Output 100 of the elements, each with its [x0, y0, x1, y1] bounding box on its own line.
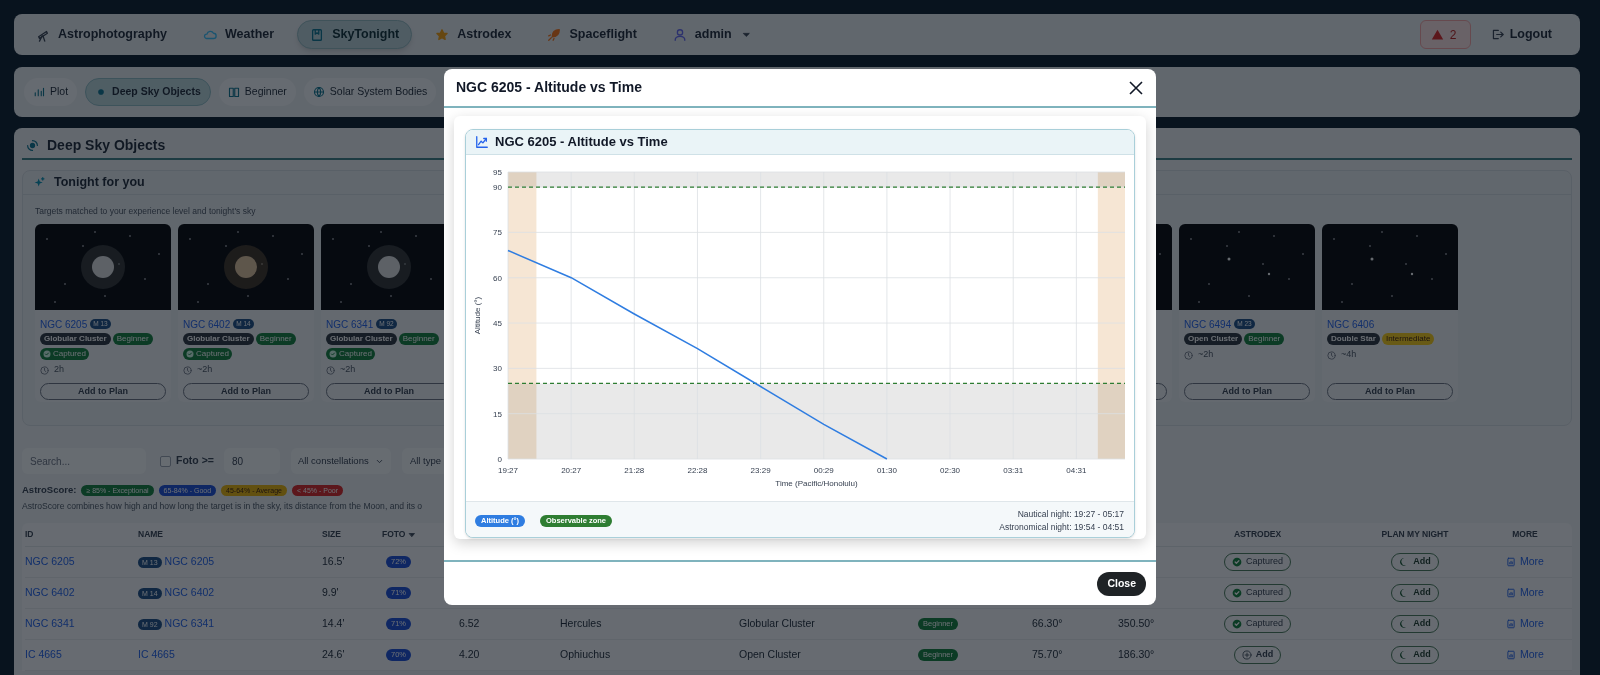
bar-chart-icon	[33, 86, 45, 98]
nav-item[interactable]: Spaceflight	[534, 20, 650, 49]
check-icon	[43, 350, 51, 358]
clock-icon	[40, 365, 49, 375]
nav-item[interactable]: Weather	[190, 20, 288, 49]
target-link[interactable]: NGC 6494	[1184, 316, 1232, 332]
alert-button[interactable]: 2	[1419, 20, 1471, 49]
more-link[interactable]: More	[1506, 616, 1544, 632]
table-cell: 186.30°	[1118, 647, 1155, 663]
table-link[interactable]: NGC 6341	[164, 616, 215, 632]
clock-icon	[326, 365, 335, 375]
axis-tick-label: 90	[493, 183, 502, 193]
tab[interactable]: Beginner	[218, 78, 296, 106]
tab[interactable]: Solar System Bodies	[303, 78, 437, 106]
table-cell: 16.5'	[322, 554, 345, 570]
table-cell: Hercules	[560, 616, 602, 632]
plus-circle-icon	[1241, 650, 1252, 660]
table-cell: Globular Cluster	[739, 616, 815, 632]
duration: ~2h	[197, 363, 213, 377]
axis-tick-label: 00:29	[813, 466, 834, 475]
axis-tick-label: 03:31	[1003, 466, 1024, 475]
table-link[interactable]: NGC 6341	[25, 616, 75, 632]
more-link[interactable]: More	[1506, 554, 1544, 570]
table-cell: 6.52	[459, 616, 480, 632]
star-icon	[435, 27, 450, 42]
table-link[interactable]: IC 4665	[138, 647, 175, 663]
document-chart-icon	[1506, 588, 1517, 598]
bookmark-icon	[310, 27, 325, 42]
nav-item[interactable]: SkyTonight	[297, 20, 413, 49]
tag: Double Star	[1327, 333, 1380, 345]
table-link[interactable]: NGC 6402	[25, 585, 75, 601]
clock-icon	[1184, 350, 1193, 360]
axis-tick-label: 20:27	[561, 466, 582, 475]
captured-badge: Captured	[40, 348, 89, 360]
table-link[interactable]: IC 4665	[25, 647, 62, 663]
table-cell: 75.70°	[1032, 647, 1063, 663]
tag: Globular Cluster	[40, 333, 111, 345]
table-cell: 14.4'	[322, 616, 345, 632]
axis-tick-label: 02:30	[940, 466, 961, 475]
section-title: Deep Sky Objects	[47, 135, 166, 155]
axis-tick-label: 23:29	[750, 466, 771, 475]
table-cell: Open Cluster	[739, 647, 801, 663]
table-cell: Ophiuchus	[560, 647, 611, 663]
checkbox[interactable]	[160, 455, 171, 467]
column-header[interactable]: ID	[25, 528, 34, 541]
rocket-icon	[547, 27, 562, 42]
more-link[interactable]: More	[1506, 647, 1544, 663]
column-header[interactable]: SIZE	[322, 528, 341, 541]
table-cell: 9.9'	[322, 585, 339, 601]
user-icon	[672, 27, 687, 42]
tag: Intermediate	[1381, 333, 1435, 345]
warning-icon	[1430, 28, 1444, 41]
document-chart-icon	[1506, 619, 1517, 629]
nav-item[interactable]: admin	[659, 20, 764, 49]
night-info: Nautical night: 19:27 - 05:17	[1017, 508, 1124, 520]
target-link[interactable]: NGC 6205	[40, 316, 88, 332]
line-chart-icon	[475, 135, 489, 149]
column-header[interactable]: ASTRODEX	[1233, 528, 1282, 541]
select-field[interactable]: All constellations	[290, 448, 391, 474]
clock-icon	[183, 365, 192, 375]
axis-title: Altitude (°)	[473, 296, 482, 335]
table-link[interactable]: NGC 6205	[164, 554, 215, 570]
check-circle-icon	[1232, 619, 1242, 629]
table-link[interactable]: NGC 6205	[25, 554, 75, 570]
nav-item[interactable]: Astrophotography	[23, 20, 181, 49]
tag: Beginner	[1244, 333, 1285, 345]
axis-tick-label: 0	[497, 455, 502, 464]
close-button[interactable]: Close	[1097, 571, 1146, 596]
tag: Beginner	[255, 333, 296, 345]
duration: 2h	[54, 363, 64, 377]
column-header[interactable]: PLAN MY NIGHT	[1381, 528, 1449, 541]
duration: ~2h	[1198, 348, 1214, 362]
logout-icon	[1490, 28, 1504, 41]
target-link[interactable]: NGC 6341	[326, 316, 374, 332]
checkbox-label: Foto >=	[176, 453, 214, 469]
document-chart-icon	[1506, 650, 1517, 660]
captured-badge: Captured	[183, 348, 232, 360]
axis-tick-label: 04:31	[1066, 466, 1087, 475]
axis-tick-label: 19:27	[498, 466, 518, 475]
tab[interactable]: Deep Sky Objects	[85, 78, 211, 106]
logout-button[interactable]: Logout	[1490, 25, 1552, 44]
number-field[interactable]: 80	[223, 448, 280, 474]
nav-item[interactable]: Astrodex	[422, 20, 525, 49]
check-icon	[186, 350, 194, 358]
axis-tick-label: 60	[493, 273, 502, 283]
column-header[interactable]: NAME	[138, 528, 164, 541]
column-header[interactable]: FOTO	[382, 528, 417, 541]
duration: ~4h	[1341, 348, 1357, 362]
card-title: Tonight for you	[54, 174, 145, 192]
more-link[interactable]: More	[1506, 585, 1544, 601]
check-icon	[329, 350, 337, 358]
target-link[interactable]: NGC 6402	[183, 316, 231, 332]
tag: Open Cluster	[1184, 333, 1243, 345]
column-header[interactable]: MORE	[1512, 528, 1538, 541]
target-link[interactable]: NGC 6406	[1327, 316, 1375, 332]
tab[interactable]: Plot	[24, 78, 78, 106]
table-link[interactable]: NGC 6402	[164, 585, 215, 601]
axis-tick-label: 21:28	[624, 466, 645, 475]
close-icon[interactable]	[1128, 79, 1144, 96]
clock-icon	[1327, 350, 1336, 360]
